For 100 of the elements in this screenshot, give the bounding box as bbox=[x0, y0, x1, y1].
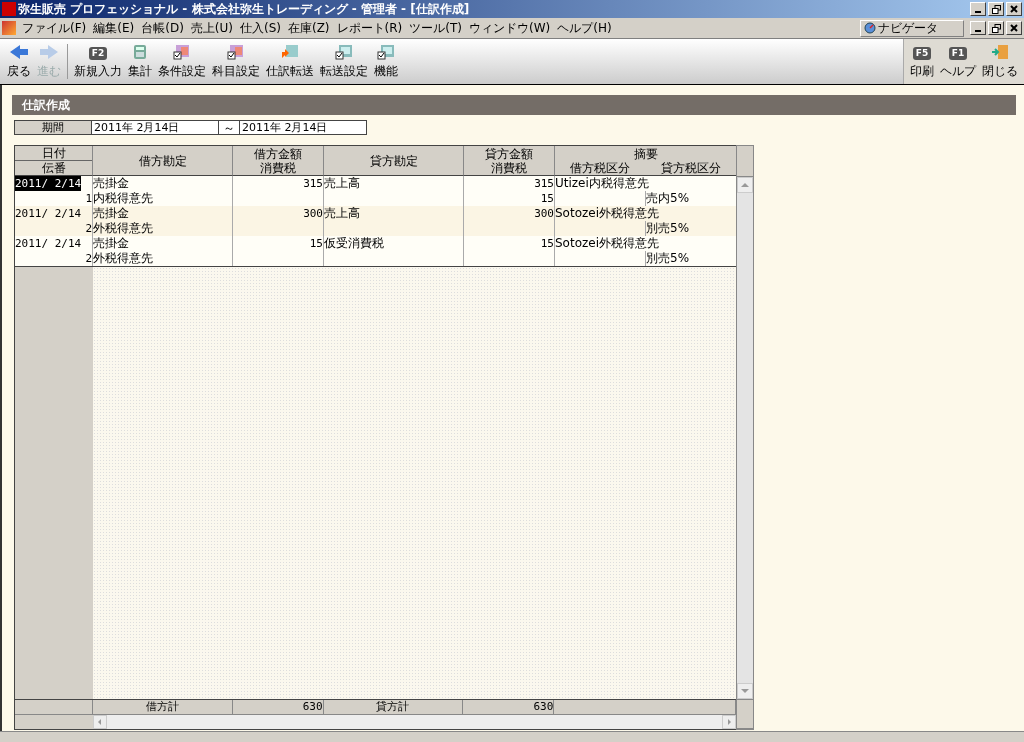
date-cell[interactable]: 2011/ 2/14 bbox=[15, 236, 82, 251]
calculator-icon bbox=[132, 44, 148, 60]
date-cell[interactable]: 2011/ 2/14 bbox=[15, 176, 82, 191]
table-cell-text: Sotozei外税得意先 bbox=[555, 236, 661, 251]
table-cell-text: 外税得意先 bbox=[93, 221, 154, 236]
restore-icon bbox=[991, 23, 1001, 33]
column-header: 借方勘定 bbox=[93, 146, 233, 176]
table-cell: 300 bbox=[534, 206, 554, 221]
sheet-icon bbox=[335, 44, 353, 60]
table-row[interactable]: 2011/ 2/14 1 売掛金 内税得意先 315売上高 315 15 Utizei内税得意先 売内5% bbox=[15, 176, 736, 206]
table-cell-text: 売掛金 bbox=[93, 236, 130, 251]
window-title: 弥生販売 プロフェッショナル - 株式会社弥生トレーディング - 管理者 - [仕訳作成] bbox=[18, 0, 471, 18]
table-cell-text: 売掛金 bbox=[93, 206, 130, 221]
toolbar-button[interactable]: 転送設定 bbox=[317, 39, 371, 84]
table-cell-text: 内税得意先 bbox=[93, 191, 154, 206]
column-header: 貸方金額 bbox=[484, 146, 534, 161]
table-cell-text: 売上高 bbox=[324, 206, 361, 221]
settings-icon bbox=[173, 44, 191, 60]
close-icon bbox=[1010, 5, 1018, 13]
menu-item[interactable]: 編集(E) bbox=[93, 19, 135, 37]
close-button[interactable] bbox=[1006, 21, 1022, 35]
toolbar-button[interactable]: F2 新規入力 bbox=[71, 39, 125, 84]
menu-item[interactable]: レポート(R) bbox=[336, 19, 403, 37]
scroll-down-icon[interactable] bbox=[737, 683, 753, 699]
sheet-icon bbox=[377, 44, 395, 60]
table-cell-text: 売掛金 bbox=[93, 176, 130, 191]
date-field[interactable]: 2011年 2月14日 bbox=[240, 120, 367, 135]
table-cell: 15 bbox=[540, 236, 554, 251]
minimize-button[interactable] bbox=[970, 21, 986, 35]
table-cell-text: 仮受消費税 bbox=[324, 236, 385, 251]
exit-door-icon bbox=[991, 44, 1009, 60]
column-header: 消費税 bbox=[259, 160, 297, 175]
restore-button[interactable] bbox=[988, 2, 1004, 16]
toolbar-button[interactable]: 機能 bbox=[371, 39, 401, 84]
column-header: 伝番 bbox=[15, 160, 92, 175]
table-cell: 300 bbox=[303, 206, 323, 221]
total-value: 630 bbox=[463, 700, 555, 714]
table-row[interactable]: 2011/ 2/14 2 売掛金 外税得意先 300売上高 300Sotozei外税得意先 別売5% bbox=[15, 206, 736, 236]
total-value: 630 bbox=[232, 700, 324, 714]
column-header: 消費税 bbox=[490, 160, 528, 175]
menu-item[interactable]: 仕入(S) bbox=[240, 19, 281, 37]
app-menu-icon[interactable] bbox=[2, 21, 16, 35]
table-cell: 売内5% bbox=[646, 191, 690, 205]
column-header: 借方金額 bbox=[253, 146, 303, 161]
toolbar-button[interactable]: 閉じる bbox=[979, 39, 1021, 84]
right-arrow-icon bbox=[38, 44, 60, 60]
scroll-left-icon[interactable] bbox=[93, 715, 107, 729]
table-cell-text: Sotozei外税得意先 bbox=[555, 206, 661, 221]
column-header: 借方税区分 bbox=[569, 160, 632, 175]
period-label: 期間 bbox=[14, 120, 92, 135]
menu-item[interactable]: ヘルプ(H) bbox=[557, 19, 612, 37]
compass-icon bbox=[864, 22, 876, 34]
toolbar-button[interactable]: F1 ヘルプ bbox=[937, 39, 979, 84]
toolbar-button[interactable]: 戻る bbox=[4, 39, 34, 84]
restore-icon bbox=[991, 4, 1001, 14]
column-header: 摘要 bbox=[633, 146, 658, 161]
toolbar-button[interactable]: F5 印刷 bbox=[907, 39, 937, 84]
restore-button[interactable] bbox=[988, 21, 1004, 35]
menu-item[interactable]: 売上(U) bbox=[190, 19, 233, 37]
date-field[interactable]: 2011年 2月14日 bbox=[92, 120, 219, 135]
column-header: 貸方税区分 bbox=[659, 160, 722, 175]
menu-item[interactable]: ツール(T) bbox=[409, 19, 462, 37]
scroll-right-icon[interactable] bbox=[722, 715, 736, 729]
settings-icon bbox=[227, 44, 245, 60]
key-icon: F1 bbox=[948, 47, 968, 60]
column-header: 貸方勘定 bbox=[324, 146, 464, 176]
table-cell: 315 bbox=[303, 176, 323, 191]
key-icon: F5 bbox=[912, 47, 932, 60]
total-label: 貸方計 bbox=[323, 700, 464, 714]
table-cell: 15 bbox=[540, 191, 554, 206]
table-cell: 別売5% bbox=[646, 251, 690, 265]
navigator-button[interactable]: ナビゲータ bbox=[860, 19, 964, 37]
table-cell: 別売5% bbox=[646, 221, 690, 235]
toolbar-button[interactable]: 科目設定 bbox=[209, 39, 263, 84]
minimize-button[interactable] bbox=[970, 2, 986, 16]
column-header: 日付 bbox=[40, 146, 67, 160]
date-cell[interactable]: 2011/ 2/14 bbox=[15, 206, 82, 221]
close-icon bbox=[1010, 24, 1018, 32]
total-label: 借方計 bbox=[92, 700, 233, 714]
panel-title: 仕訳作成 bbox=[12, 95, 1016, 115]
menu-item[interactable]: 台帳(D) bbox=[141, 19, 184, 37]
menu-item[interactable]: ファイル(F) bbox=[22, 19, 87, 37]
table-cell: 1 bbox=[85, 191, 92, 206]
menu-item[interactable]: ウィンドウ(W) bbox=[468, 19, 551, 37]
scroll-up-icon[interactable] bbox=[737, 177, 753, 193]
table-cell: 315 bbox=[534, 176, 554, 191]
table-cell-text: 外税得意先 bbox=[93, 251, 154, 266]
close-button[interactable] bbox=[1006, 2, 1022, 16]
table-cell: 2 bbox=[85, 251, 92, 266]
toolbar-button[interactable]: 集計 bbox=[125, 39, 155, 84]
toolbar-button[interactable]: 条件設定 bbox=[155, 39, 209, 84]
table-cell: 2 bbox=[85, 221, 92, 236]
key-icon: F2 bbox=[88, 47, 108, 60]
range-separator-text: ～ bbox=[223, 121, 235, 135]
toolbar-button[interactable]: 仕訳転送 bbox=[263, 39, 317, 84]
sheet-arrow-icon bbox=[281, 44, 299, 60]
table-row[interactable]: 2011/ 2/14 2 売掛金 外税得意先 15仮受消費税 15Sotozei外税得意先 別売5% bbox=[15, 236, 736, 266]
table-cell: 15 bbox=[309, 236, 323, 251]
table-cell-text: Utizei内税得意先 bbox=[555, 176, 650, 191]
menu-item[interactable]: 在庫(Z) bbox=[287, 19, 330, 37]
